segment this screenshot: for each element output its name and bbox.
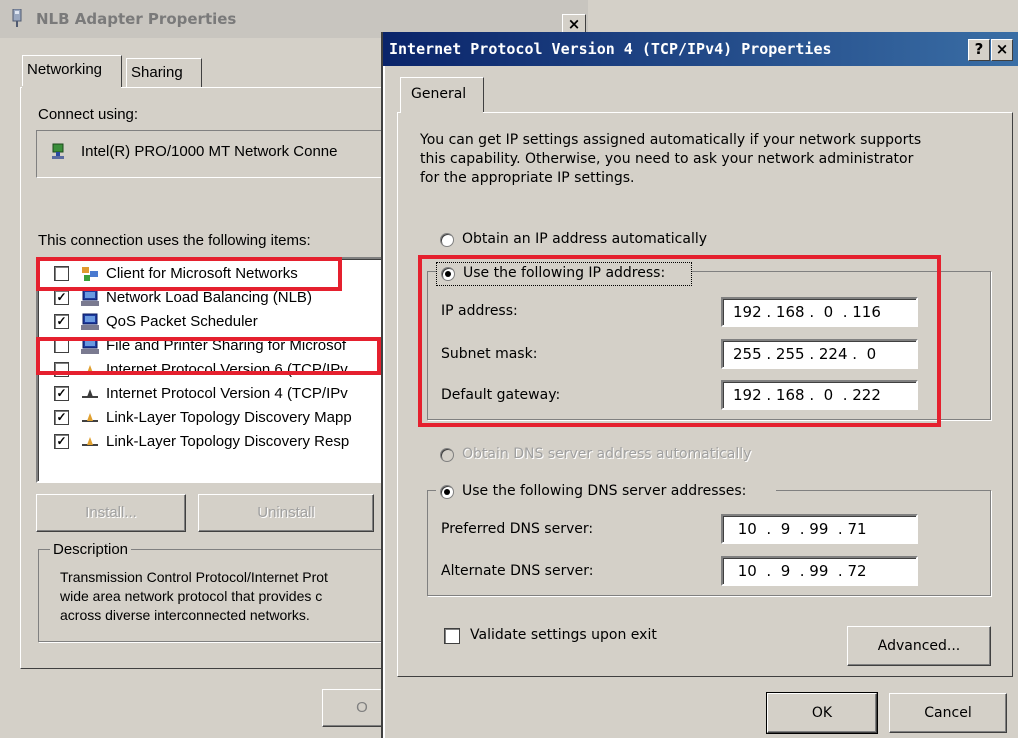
tab-sharing[interactable]: Sharing — [126, 58, 202, 88]
list-item-label: Link-Layer Topology Discovery Mapp — [106, 409, 352, 426]
validate-checkbox[interactable] — [444, 628, 460, 644]
use-dns-label: Use the following DNS server addresses: — [462, 483, 747, 499]
validate-label: Validate settings upon exit — [470, 627, 657, 643]
help-button[interactable]: ? — [968, 39, 990, 61]
uninstall-button-label: Uninstall — [257, 504, 315, 521]
description-label: Description — [50, 541, 132, 558]
intro-line: for the appropriate IP settings. — [420, 170, 635, 186]
preferred-dns-label: Preferred DNS server: — [441, 521, 594, 537]
cancel-button[interactable]: Cancel — [889, 693, 1007, 733]
list-item[interactable]: ✓ Internet Protocol Version 4 (TCP/IPv — [38, 382, 378, 406]
advanced-button-label: Advanced... — [877, 638, 961, 654]
list-item[interactable]: ✓ QoS Packet Scheduler — [38, 310, 378, 334]
intro-line: You can get IP settings assigned automat… — [420, 132, 922, 148]
tab-general[interactable]: General — [400, 77, 484, 113]
description-line: wide area network protocol that provides… — [60, 588, 323, 604]
connect-using-label: Connect using: — [38, 106, 139, 123]
list-item-label: Internet Protocol Version 4 (TCP/IPv — [106, 385, 348, 402]
obtain-ip-label: Obtain an IP address automatically — [462, 231, 708, 247]
dialog-titlebar[interactable]: Internet Protocol Version 4 (TCP/IPv4) P… — [383, 32, 1018, 66]
adapter-field: Intel(R) PRO/1000 MT Network Conne — [36, 130, 398, 178]
help-icon: ? — [974, 40, 984, 58]
close-icon: × — [995, 40, 1009, 58]
obtain-ip-radio[interactable] — [440, 233, 454, 247]
preferred-dns-input[interactable]: 10 . 9 . 99 . 71 — [721, 514, 918, 544]
adapter-name: Intel(R) PRO/1000 MT Network Conne — [81, 143, 338, 160]
tab-join — [22, 86, 121, 89]
description-line: Transmission Control Protocol/Internet P… — [60, 569, 328, 585]
protocol-icon — [82, 437, 98, 446]
network-adapter-icon — [12, 9, 22, 27]
highlight-static-ip-settings — [418, 255, 941, 427]
list-item-label: QoS Packet Scheduler — [106, 313, 258, 330]
network-card-icon — [52, 143, 64, 159]
list-item[interactable]: ✓ Link-Layer Topology Discovery Mapp — [38, 406, 378, 430]
obtain-dns-radio[interactable] — [440, 448, 454, 462]
close-icon: × — [567, 15, 581, 33]
tab-sharing-label: Sharing — [131, 64, 183, 81]
uninstall-button[interactable]: Uninstall — [198, 494, 374, 532]
alternate-dns-label: Alternate DNS server: — [441, 563, 594, 579]
list-item-label: Network Load Balancing (NLB) — [106, 289, 312, 306]
highlight-client-for-microsoft-networks — [36, 257, 342, 291]
use-dns-option[interactable]: Use the following DNS server addresses: — [436, 481, 776, 503]
back-window-title: NLB Adapter Properties — [36, 10, 237, 28]
items-label: This connection uses the following items… — [38, 232, 311, 249]
list-item-label: Link-Layer Topology Discovery Resp — [106, 433, 350, 450]
checkbox-checked[interactable]: ✓ — [54, 290, 69, 305]
checkbox-checked[interactable]: ✓ — [54, 314, 69, 329]
dialog-title: Internet Protocol Version 4 (TCP/IPv4) P… — [389, 40, 832, 58]
tab-join — [401, 111, 483, 114]
tab-networking[interactable]: Networking — [22, 55, 122, 87]
list-item[interactable]: ✓ Link-Layer Topology Discovery Resp — [38, 430, 378, 454]
intro-text: You can get IP settings assigned automat… — [420, 131, 921, 188]
checkbox-checked[interactable]: ✓ — [54, 410, 69, 425]
back-ok-label: O — [356, 699, 368, 716]
description-line: across diverse interconnected networks. — [60, 607, 310, 623]
network-service-icon — [81, 313, 99, 330]
protocol-icon — [82, 413, 98, 422]
ok-button-label: OK — [811, 705, 833, 721]
tab-general-label: General — [411, 86, 467, 102]
cancel-button-label: Cancel — [924, 705, 972, 721]
alternate-dns-input[interactable]: 10 . 9 . 99 . 72 — [721, 556, 918, 586]
highlight-file-and-printer-sharing — [36, 337, 381, 375]
install-button[interactable]: Install... — [36, 494, 186, 532]
checkbox-checked[interactable]: ✓ — [54, 386, 69, 401]
tab-networking-label: Networking — [27, 61, 103, 78]
description-text: Transmission Control Protocol/Internet P… — [60, 568, 328, 625]
intro-line: this capability. Otherwise, you need to … — [420, 151, 914, 167]
ok-button[interactable]: OK — [766, 692, 878, 734]
advanced-button[interactable]: Advanced... — [847, 626, 991, 666]
install-button-label: Install... — [85, 504, 137, 521]
dialog-close-button[interactable]: × — [991, 39, 1013, 61]
network-service-icon — [81, 289, 99, 306]
checkbox-checked[interactable]: ✓ — [54, 434, 69, 449]
obtain-dns-label: Obtain DNS server address automatically — [462, 446, 752, 462]
use-dns-radio[interactable] — [440, 485, 454, 499]
protocol-icon — [82, 389, 98, 398]
